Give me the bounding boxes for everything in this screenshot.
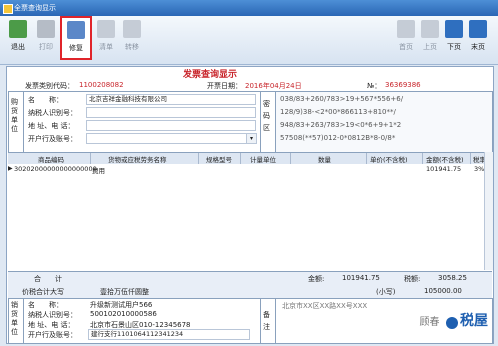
bank-dropdown-button[interactable]: ▾ <box>246 133 257 144</box>
transfer-icon <box>123 20 141 38</box>
last-icon <box>469 20 487 38</box>
brand-logo-icon <box>445 317 458 329</box>
items-scrollbar[interactable] <box>484 152 493 270</box>
repair-icon <box>67 21 85 39</box>
date-value: 2016年04月24日 <box>245 82 302 90</box>
repair-button[interactable]: 修复 <box>60 16 92 60</box>
code-label: 发票类别代码： <box>25 82 74 90</box>
name-label: 名 称： <box>28 96 63 104</box>
buyer-taxid-field[interactable] <box>86 107 256 118</box>
exit-button[interactable]: 退出 <box>4 20 32 52</box>
seller-bank-field[interactable]: 建行支行1101064112341234 <box>88 329 250 340</box>
buyer-section: 购货单位 <box>8 91 24 153</box>
total-tax: 3058.25 <box>438 274 467 282</box>
col-qty: 数量 <box>318 156 331 164</box>
seller-taxid: 500102010000586 <box>90 310 157 318</box>
col-amount: 金额(不含税) <box>426 156 464 164</box>
printer-icon <box>37 20 55 38</box>
total-label: 合 计 <box>34 275 62 283</box>
cipher-area: 038/83+260/783>19+567*556+6/ 128/9)38-<2… <box>275 91 493 153</box>
exit-icon <box>9 20 27 38</box>
buyer-bank-field[interactable] <box>86 133 248 144</box>
remark-value: 北京市XX区XX路XX号XXX <box>282 302 368 310</box>
window-titlebar: 全票查询显示 <box>0 0 498 16</box>
taxid-label: 纳税人识别号： <box>28 109 77 117</box>
window-title: 全票查询显示 <box>14 4 56 12</box>
tax-total-words: 壹拾万伍仟圆整 <box>100 288 149 296</box>
buyer-fields: 名 称： 北京吉祥金融科技有限公司 纳税人识别号： 地 址、电 话： 开户行及账… <box>23 91 261 153</box>
transfer-button[interactable]: 转移 <box>118 20 146 52</box>
table-row[interactable]: ▶ 30202000000000000000 费用 101941.75 3% <box>8 164 492 175</box>
seller-fields: 名 称： 升级新测试用户566 纳税人识别号： 500102010000586 … <box>23 298 261 344</box>
list-button[interactable]: 清单 <box>92 20 120 52</box>
col-unit: 计量单位 <box>250 156 276 164</box>
total-amount: 101941.75 <box>342 274 380 282</box>
col-price: 单价(不含税) <box>370 156 408 164</box>
cipher-line: 948/83+263/783>19<0*6+9+1*2 <box>280 121 402 129</box>
last-page-button[interactable]: 末页 <box>464 20 492 52</box>
seller-section: 销货单位 <box>8 298 24 344</box>
cipher-line: 038/83+260/783>19+567*556+6/ <box>280 95 404 103</box>
buyer-addr-field[interactable] <box>86 120 256 131</box>
chevron-down-icon: ▾ <box>249 135 253 142</box>
print-button[interactable]: 打印 <box>32 20 60 52</box>
col-code: 商品编码 <box>38 156 64 164</box>
code-value: 1100208082 <box>79 81 124 89</box>
col-name: 货物或应税劳务名称 <box>108 156 167 164</box>
watermark-author: 顾春 <box>419 317 440 328</box>
col-spec: 规格型号 <box>206 156 232 164</box>
invoice-heading: 发票查询显示 <box>183 70 238 80</box>
first-icon <box>397 20 415 38</box>
buyer-name-field[interactable]: 北京吉祥金融科技有限公司 <box>86 94 256 105</box>
bank-label: 开户行及账号： <box>28 135 77 143</box>
cipher-section: 密码区 <box>260 91 276 153</box>
watermark: 顾春 税屋 <box>420 310 488 330</box>
toolbar: 退出 打印 修复 清单 转移 首页 上页 下页 末页 <box>0 16 498 65</box>
prev-icon <box>421 20 439 38</box>
date-label: 开票日期： <box>207 82 242 90</box>
tax-total-label: 价税合计大写 <box>22 288 64 296</box>
lower-value: 105000.00 <box>424 287 462 295</box>
no-value: 36369386 <box>385 81 421 89</box>
invoice-form: 发票查询显示 发票类别代码： 1100208082 开票日期： 2016年04月… <box>6 66 494 344</box>
watermark-brand: 税屋 <box>460 313 488 329</box>
no-label: №： <box>367 82 382 90</box>
list-icon <box>97 20 115 38</box>
remark-section: 备注 <box>260 298 276 344</box>
seller-name: 升级新测试用户566 <box>90 301 153 309</box>
app-icon <box>3 4 13 14</box>
addr-label: 地 址、电 话： <box>28 122 75 130</box>
row-pointer-icon: ▶ <box>8 165 13 172</box>
cipher-line: 128/9)38-<2*00*866113+810**/ <box>280 108 396 116</box>
summary-block: 合 计 金额: 101941.75 税额: 3058.25 价税合计大写 壹拾万… <box>8 271 492 299</box>
next-icon <box>445 20 463 38</box>
cipher-line: 57508(**57)012-0*0812B*8-0/8* <box>280 134 396 142</box>
